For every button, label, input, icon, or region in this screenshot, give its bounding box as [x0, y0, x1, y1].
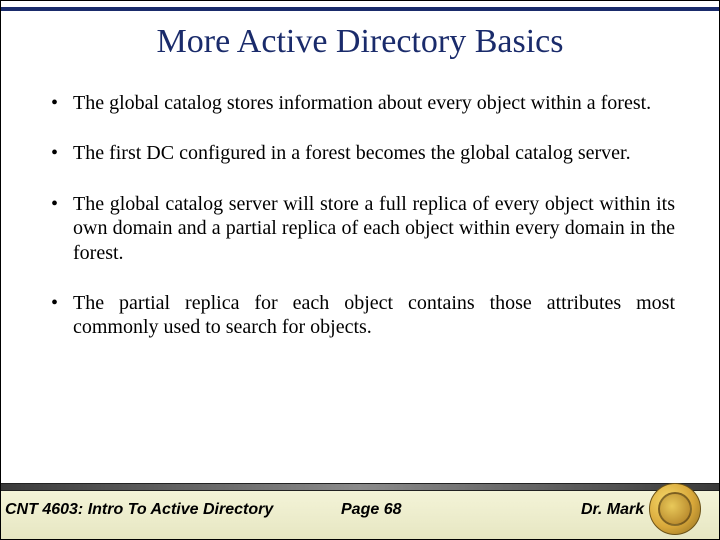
footer-course: CNT 4603: Intro To Active Directory	[1, 501, 341, 519]
footer-divider	[1, 483, 719, 491]
footer: CNT 4603: Intro To Active Directory Page…	[1, 483, 719, 539]
list-item: The first DC configured in a forest beco…	[45, 141, 675, 165]
top-divider	[1, 7, 719, 11]
seal-inner	[658, 492, 692, 526]
list-item: The partial replica for each object cont…	[45, 291, 675, 340]
university-seal-icon	[649, 483, 701, 535]
seal-outer	[649, 483, 701, 535]
slide: More Active Directory Basics The global …	[0, 0, 720, 540]
list-item: The global catalog stores information ab…	[45, 91, 675, 115]
list-item: The global catalog server will store a f…	[45, 192, 675, 265]
footer-text-row: CNT 4603: Intro To Active Directory Page…	[1, 501, 719, 519]
bullet-list: The global catalog stores information ab…	[45, 91, 675, 366]
slide-title: More Active Directory Basics	[1, 23, 719, 61]
footer-page: Page 68	[341, 501, 521, 519]
